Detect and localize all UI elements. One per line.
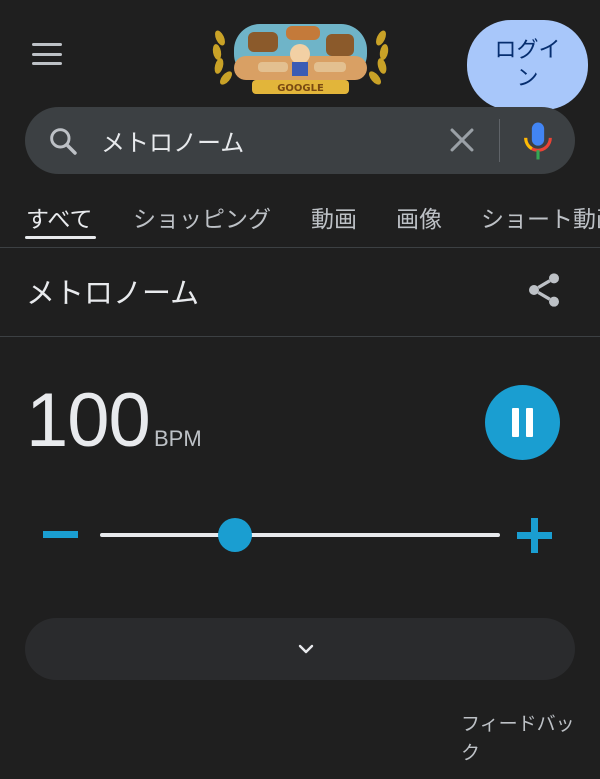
menu-bar — [32, 62, 62, 65]
tempo-slider-track[interactable] — [100, 533, 500, 537]
tempo-slider-thumb[interactable] — [217, 518, 252, 552]
chevron-down-icon — [298, 644, 314, 654]
plus-icon — [531, 518, 538, 553]
search-input[interactable] — [101, 117, 431, 163]
menu-bar — [32, 43, 62, 46]
increase-tempo-button[interactable] — [514, 515, 556, 557]
search-bar — [25, 107, 575, 174]
tab-shopping[interactable]: ショッピング — [133, 200, 271, 234]
laurel-right-icon — [369, 30, 389, 85]
close-icon[interactable] — [445, 123, 479, 157]
search-divider — [499, 119, 500, 162]
share-icon[interactable] — [524, 270, 564, 310]
menu-bar — [32, 52, 62, 56]
tab-short-videos[interactable]: ショート動画 — [481, 200, 600, 234]
active-tab-indicator — [25, 236, 96, 239]
tab-all[interactable]: すべて — [26, 200, 92, 234]
pause-icon — [512, 408, 519, 437]
menu-button[interactable] — [26, 38, 68, 70]
section-divider — [0, 336, 600, 337]
pause-button[interactable] — [485, 385, 560, 460]
bpm-unit: BPM — [154, 426, 202, 451]
decrease-tempo-button[interactable] — [40, 520, 82, 550]
search-icon[interactable] — [47, 125, 79, 157]
feedback-link[interactable]: フィードバック — [461, 710, 581, 768]
microphone-icon[interactable] — [519, 121, 557, 161]
search-tabs: すべて ショッピング 動画 画像 ショート動画 — [0, 186, 600, 248]
bpm-value: 100 — [26, 378, 151, 463]
minus-icon — [43, 531, 78, 538]
tab-images[interactable]: 画像 — [396, 200, 442, 234]
pause-icon — [526, 408, 533, 437]
doodle-text: GOOGLE — [277, 83, 324, 94]
google-doodle-logo[interactable]: GOOGLE — [208, 18, 393, 98]
search-results-page: GOOGLE ログイン すべて ショッピング 動画 画像 ショート動画 メトロノ… — [0, 0, 600, 779]
login-button[interactable]: ログイン — [467, 20, 588, 110]
laurel-left-icon — [212, 30, 232, 85]
tab-videos[interactable]: 動画 — [311, 200, 357, 234]
result-title: メトロノーム — [26, 276, 200, 310]
